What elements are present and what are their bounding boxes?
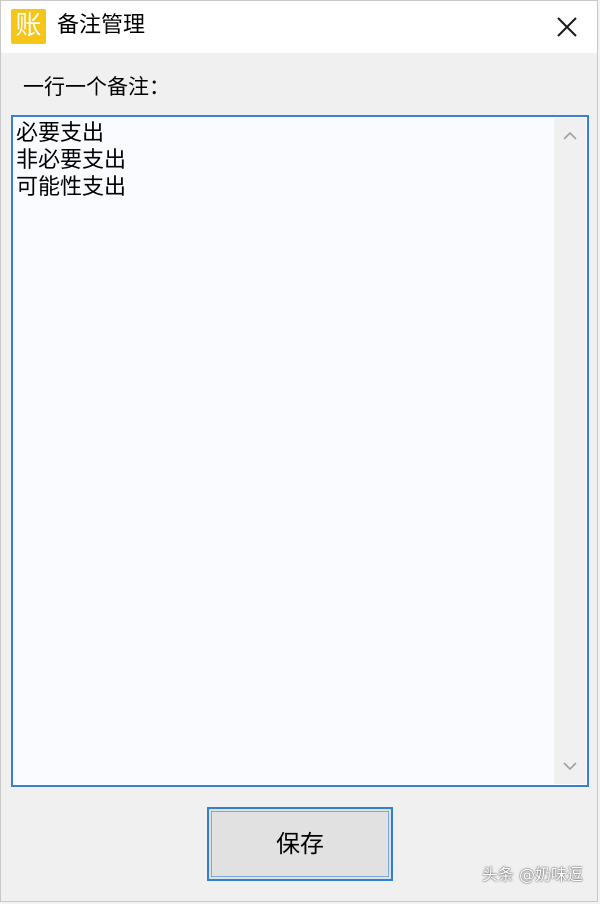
notes-dialog: 账 备注管理 一行一个备注： 必要支出 非必要支出 可能性支出 保存 头条 @奶… — [0, 0, 598, 902]
window-title: 备注管理 — [57, 13, 146, 38]
scroll-up-button[interactable] — [554, 120, 586, 152]
notes-label: 一行一个备注： — [23, 75, 170, 99]
note-line[interactable]: 必要支出 — [16, 120, 552, 147]
title-bar[interactable]: 账 备注管理 — [1, 1, 597, 53]
save-button-focus-ring — [211, 811, 389, 877]
scroll-down-button[interactable] — [554, 750, 586, 782]
chevron-down-icon — [563, 762, 577, 771]
save-button[interactable]: 保存 — [207, 807, 393, 881]
close-icon — [557, 17, 577, 37]
notes-text[interactable]: 必要支出 非必要支出 可能性支出 — [14, 118, 554, 782]
close-button[interactable] — [547, 7, 587, 47]
watermark: 头条 @奶味逗 — [481, 865, 583, 884]
chevron-up-icon — [563, 131, 577, 140]
vertical-scrollbar[interactable] — [554, 118, 586, 784]
app-icon: 账 — [11, 9, 46, 44]
note-line[interactable]: 可能性支出 — [16, 174, 552, 201]
notes-textarea[interactable]: 必要支出 非必要支出 可能性支出 — [11, 115, 589, 787]
note-line[interactable]: 非必要支出 — [16, 147, 552, 174]
